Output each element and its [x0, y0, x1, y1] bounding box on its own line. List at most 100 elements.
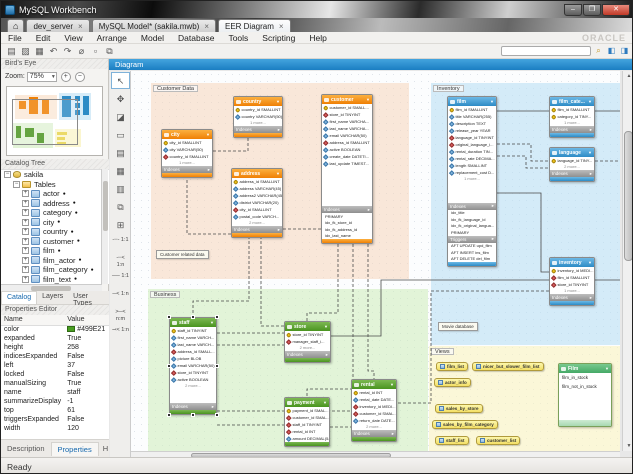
expand-toggle-icon[interactable]: ▼ — [366, 97, 370, 102]
indexes-bar[interactable]: Indexes▸ — [550, 126, 594, 133]
expand-icon[interactable]: + — [22, 209, 29, 216]
note-customer-related-data[interactable]: Customer related data — [156, 250, 209, 259]
routine-group-tool-icon[interactable]: ⊞ — [111, 216, 130, 233]
table-rental[interactable]: rental▼rental_id INTrental_date DATE...i… — [351, 379, 397, 442]
property-row-left[interactable]: left37 — [1, 361, 109, 370]
column-row[interactable]: address_id SMALLINT — [322, 139, 372, 146]
property-row-name[interactable]: namestaff — [1, 388, 109, 397]
column-row[interactable]: store_id TINYINT — [285, 331, 330, 338]
section-toggle-icon[interactable]: ▸ — [392, 431, 394, 437]
table-staff[interactable]: staff▼staff_id TINYINTfirst_name VARCH..… — [169, 317, 217, 415]
column-row[interactable]: city_id SMALLINT — [232, 206, 282, 213]
tree-item-country[interactable]: +country● — [1, 227, 109, 237]
indexes-bar[interactable]: Indexes▸ — [170, 403, 216, 410]
column-row[interactable]: language_id TINY... — [550, 157, 594, 164]
menu-edit[interactable]: Edit — [29, 33, 58, 43]
table-header[interactable]: inventory▼ — [550, 258, 594, 267]
routine-film-not-in-stock[interactable]: film_not_in_stock — [559, 382, 611, 391]
column-row[interactable]: city VARCHAR(50) — [162, 146, 212, 153]
column-row[interactable]: inventory_id MEDI... — [550, 267, 594, 274]
hand-pan-tool-icon[interactable]: ✥ — [111, 90, 130, 107]
table-header[interactable]: film_cate...▼ — [550, 97, 594, 106]
view-sales-by-store[interactable]: sales_by_store — [435, 404, 483, 413]
table-address[interactable]: address▼address_id SMALLINTaddress VARCH… — [231, 168, 283, 238]
tree-item-tables[interactable]: −Tables — [1, 180, 109, 190]
expand-toggle-icon[interactable]: ▼ — [276, 99, 280, 104]
menu-model[interactable]: Model — [134, 33, 171, 43]
sidebar-toggle-icon[interactable]: ◧ — [606, 46, 617, 56]
column-row[interactable]: category_id TINY... — [550, 113, 594, 120]
close-icon[interactable]: × — [204, 22, 209, 31]
menu-file[interactable]: File — [1, 33, 29, 43]
view-actor-info[interactable]: actor_info — [434, 378, 471, 387]
indexes-bar[interactable]: Indexes▸ — [550, 294, 594, 301]
selection-handle[interactable] — [167, 315, 171, 319]
section-toggle-icon[interactable]: ▸ — [492, 203, 494, 209]
close-icon[interactable]: × — [279, 22, 284, 31]
column-row[interactable]: description TEXT — [448, 120, 496, 127]
diagram-vertical-scrollbar[interactable]: ▲▼ — [622, 71, 633, 451]
view-film-list[interactable]: film_list — [436, 362, 468, 371]
tab-mysql-model-sakila-mwb[interactable]: MySQL Model* (sakila.mwb)× — [92, 19, 216, 32]
column-row[interactable]: country_id SMALLINT — [162, 153, 212, 160]
table-tool-icon[interactable]: ▥ — [111, 180, 130, 197]
tab-layers[interactable]: Layers — [37, 291, 68, 304]
table-header[interactable]: language▼ — [550, 148, 594, 157]
column-row[interactable]: last_name VARCHA... — [322, 125, 372, 132]
rel-1-n-identifying-icon[interactable]: ─< 1:n — [111, 288, 130, 305]
table-payment[interactable]: payment▼payment_id SMAL...customer_id SM… — [284, 397, 330, 447]
tab-user-types[interactable]: User Types — [68, 291, 109, 304]
section-toggle-icon[interactable]: ▸ — [492, 236, 494, 242]
column-row[interactable]: customer_id SMAL... — [285, 414, 329, 421]
expand-toggle-icon[interactable]: ▼ — [210, 320, 214, 325]
tree-item-customer[interactable]: +customer● — [1, 237, 109, 247]
column-row[interactable]: title VARCHAR(255) — [448, 113, 496, 120]
tree-item-actor[interactable]: +actor● — [1, 189, 109, 199]
tab-dev-server[interactable]: dev_server× — [26, 19, 89, 32]
table-customer[interactable]: customer▼customer_id SMALL...store_id TI… — [321, 94, 373, 244]
routine-film-in-stock[interactable]: film_in_stock — [559, 373, 611, 382]
collapse-icon[interactable]: − — [4, 171, 11, 178]
section-toggle-icon[interactable]: ▸ — [368, 207, 370, 213]
rel-n-m-identifying-icon[interactable]: >─< n:m — [111, 306, 130, 323]
expand-icon[interactable]: + — [22, 190, 29, 197]
tree-item-address[interactable]: +address● — [1, 199, 109, 209]
column-row[interactable]: email VARCHAR(50) — [170, 362, 216, 369]
column-row[interactable]: original_language_i... — [448, 141, 496, 148]
menu-view[interactable]: View — [57, 33, 89, 43]
table-country[interactable]: country▼country_id SMALLINTcountry VARCH… — [233, 96, 283, 138]
selection-handle[interactable] — [215, 364, 219, 368]
table-header[interactable]: rental▼ — [352, 380, 396, 389]
column-row[interactable]: film_id SMALLINT — [550, 106, 594, 113]
column-row[interactable]: film_id SMALLINT — [550, 274, 594, 281]
zoom-select[interactable]: 75%▼ — [27, 72, 57, 82]
property-row-top[interactable]: top61 — [1, 406, 109, 415]
column-row[interactable]: rental_id INT — [352, 389, 396, 396]
column-row[interactable]: payment_id SMAL... — [285, 407, 329, 414]
note-tool-icon[interactable]: ▤ — [111, 144, 130, 161]
redo-icon[interactable]: ↷ — [61, 45, 74, 57]
image-tool-icon[interactable]: ▦ — [111, 162, 130, 179]
new-document-icon[interactable]: ▤ — [5, 45, 18, 57]
tree-item-city[interactable]: +city● — [1, 218, 109, 228]
property-row-locked[interactable]: lockedFalse — [1, 370, 109, 379]
selection-handle[interactable] — [167, 364, 171, 368]
layer-tool-icon[interactable]: ▭ — [111, 126, 130, 143]
minimap-viewport[interactable] — [12, 99, 78, 145]
indexes-bar[interactable]: Indexes▸ — [234, 126, 282, 133]
column-row[interactable]: release_year YEAR — [448, 127, 496, 134]
search-input[interactable] — [501, 46, 591, 56]
expand-toggle-icon[interactable]: ▼ — [588, 99, 592, 104]
expand-icon[interactable]: + — [22, 257, 29, 264]
tree-item-film-text[interactable]: +film_text● — [1, 275, 109, 285]
rel-1-1-non-identifying-icon[interactable]: -┄- 1:1 — [111, 234, 130, 251]
table-language[interactable]: language▼language_id TINY...2 more...Ind… — [549, 147, 595, 182]
column-row[interactable]: film_id SMALLINT — [448, 106, 496, 113]
selection-handle[interactable] — [191, 413, 195, 417]
column-row[interactable]: address_id SMALL... — [170, 348, 216, 355]
tree-item-sakila[interactable]: −sakila — [1, 170, 109, 180]
tree-horizontal-scrollbar[interactable] — [1, 284, 102, 291]
indexes-bar[interactable]: Indexes▸ — [285, 351, 330, 358]
table-header[interactable]: payment▼ — [285, 398, 329, 407]
property-row-height[interactable]: height258 — [1, 343, 109, 352]
